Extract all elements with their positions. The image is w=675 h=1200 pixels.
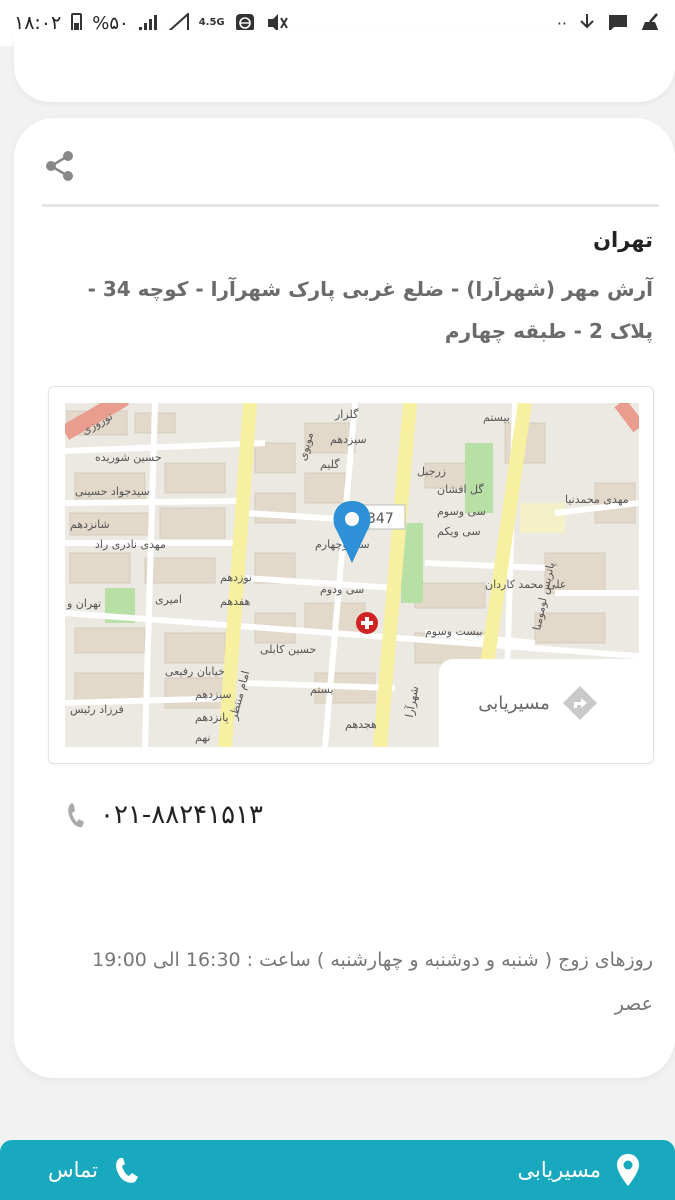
map-container[interactable]: حسین شوریده سیدجواد حسینی شانزدهم مهدی ن… [48,386,654,764]
street-label: سی ویکم [437,525,481,538]
network-type: 4.5G [198,17,225,28]
street-label: نهم [195,731,210,744]
address-text: آرش مهر (شهرآرا) - ضلع غربی پارک شهرآرا … [87,277,653,343]
street-label: نوزدهم [220,571,252,584]
working-hours: روزهای زوج ( شنبه و دوشنبه و چهارشنبه ) … [92,949,653,1015]
street-label: بیست وسوم [425,625,483,638]
map-image[interactable]: حسین شوریده سیدجواد حسینی شانزدهم مهدی ن… [65,403,639,747]
street-label: یستم [310,683,334,696]
previous-card [14,30,675,102]
phone-icon [68,803,84,828]
branch-card: تهران آرش مهر (شهرآرا) - ضلع غربی پارک ش… [14,118,675,1078]
street-label: پانزدهم [195,711,229,724]
city-title: تهران [593,228,653,252]
call-button[interactable]: تماس [48,1155,142,1185]
street-label: سیزدهم [330,433,367,446]
street-label: زرجبل [417,465,446,478]
street-label: سیدجواد حسینی [75,485,150,498]
street-label: گلزار [334,408,359,421]
street-label: علی محمد کاردان [485,578,566,591]
bottom-action-bar: تماس مسیریابی [0,1140,675,1200]
street-label: فرزاد رئیس [70,703,124,716]
street-label: خیابان رفیعی [165,665,225,678]
map-routing-label: مسیریابی [478,692,550,714]
share-icon[interactable] [44,150,76,182]
routing-label: مسیریابی [517,1158,602,1182]
street-label: شانزدهم [70,518,110,531]
street-label: گلیم [320,458,340,471]
street-label: حسین کابلی [260,643,316,656]
marker-number: 347 [367,511,394,527]
map-routing-button[interactable]: مسیریابی [439,659,639,747]
street-label: تهران و [66,597,101,610]
phone-icon [116,1158,139,1183]
street-label: مهدی محمدنیا [565,493,629,506]
street-label: هفدهم [220,595,250,608]
street-label: سی ودوم [320,583,364,596]
phone-row[interactable]: ۰۲۱-۸۸۲۴۱۵۱۳ [66,800,263,830]
street-label: امیری [155,593,182,606]
location-pin-icon [617,1154,639,1186]
routing-button[interactable]: مسیریابی [518,1153,642,1187]
divider [42,204,659,207]
street-label: مهدی نادری راد [95,538,166,551]
street-label: سیزدهم [195,688,232,701]
call-label: تماس [48,1158,99,1182]
street-label: سی وسوم [437,505,486,518]
street-label: هجدهم [345,718,377,731]
street-label: بیستم [483,411,510,424]
phone-number[interactable]: ۰۲۱-۸۸۲۴۱۵۱۳ [100,800,263,830]
directions-icon [562,686,597,720]
street-label: گل افشان [437,483,484,496]
street-label: حسین شوریده [95,451,162,464]
